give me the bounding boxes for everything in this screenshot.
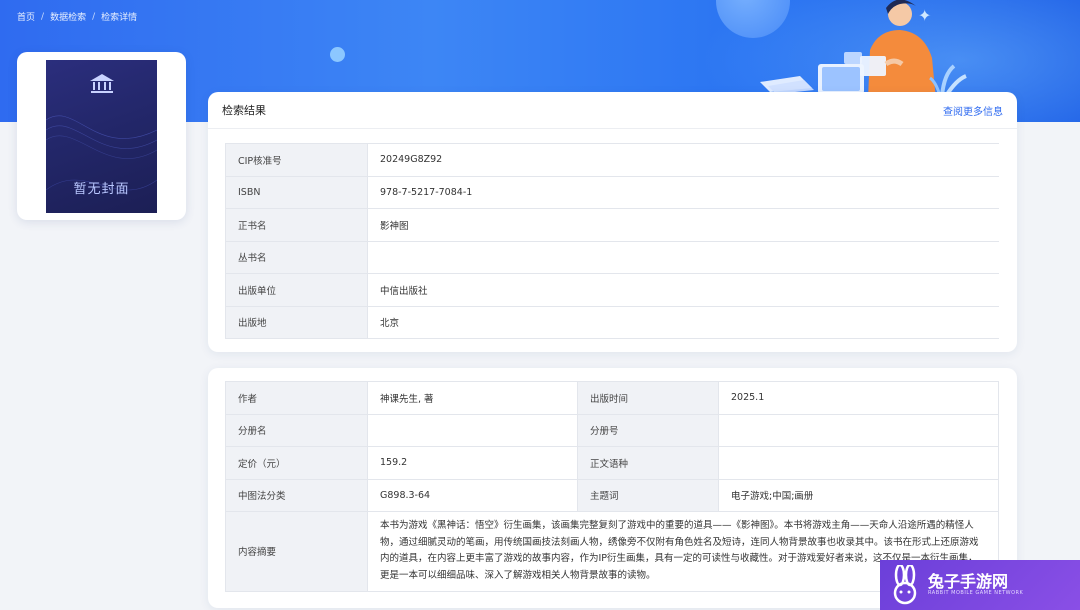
field-value xyxy=(718,413,999,447)
field-label: 出版时间 xyxy=(577,381,719,415)
basic-info-table: CIP核准号 20249G8Z92 ISBN 978-7-5217-7084-1… xyxy=(225,143,999,339)
field-value xyxy=(718,446,999,480)
decorative-dot xyxy=(330,47,345,62)
field-value: 159.2 xyxy=(367,446,578,480)
field-value: 影神图 xyxy=(367,208,999,242)
breadcrumb-separator: / xyxy=(41,11,45,22)
breadcrumb-current: 检索详情 xyxy=(101,13,138,23)
table-row: 定价（元） 159.2 正文语种 xyxy=(225,446,999,480)
breadcrumb: 首页 / 数据检索 / 检索详情 xyxy=(17,10,138,24)
cover-card: 暂无封面 xyxy=(17,52,186,220)
field-value: 中信出版社 xyxy=(367,273,999,307)
table-row: 正书名 影神图 xyxy=(225,208,999,242)
watermark-subtitle: RABBIT MOBILE GAME NETWORK xyxy=(928,590,1024,597)
book-cover-placeholder: 暂无封面 xyxy=(46,60,157,213)
rabbit-logo-icon xyxy=(893,565,917,605)
table-row: 出版单位 中信出版社 xyxy=(225,273,999,307)
field-label: 正文语种 xyxy=(577,446,719,480)
table-row: 中图法分类 G898.3-64 主题词 电子游戏;中国;画册 xyxy=(225,478,999,512)
site-watermark-logo: 兔子手游网 RABBIT MOBILE GAME NETWORK xyxy=(880,560,1080,610)
table-row: 作者 神课先生, 著 出版时间 2025.1 xyxy=(225,381,999,415)
field-value: 电子游戏;中国;画册 xyxy=(718,478,999,512)
view-more-link[interactable]: 查阅更多信息 xyxy=(943,103,1003,118)
field-label: 丛书名 xyxy=(225,240,368,274)
breadcrumb-separator: / xyxy=(92,11,96,22)
breadcrumb-home[interactable]: 首页 xyxy=(17,10,35,23)
field-value xyxy=(367,413,578,447)
watermark-title: 兔子手游网 RABBIT MOBILE GAME NETWORK xyxy=(928,573,1023,596)
field-label: 出版单位 xyxy=(225,273,368,307)
field-label: 中图法分类 xyxy=(225,478,368,512)
field-value xyxy=(367,240,999,274)
field-label: ISBN xyxy=(225,175,368,209)
field-value: 20249G8Z92 xyxy=(367,143,999,177)
table-row: 分册名 分册号 xyxy=(225,413,999,447)
watermark-title-text: 兔子手游网 xyxy=(928,572,1009,592)
field-label: 内容摘要 xyxy=(225,511,368,592)
field-value: 2025.1 xyxy=(718,381,999,415)
field-label: 作者 xyxy=(225,381,368,415)
no-cover-text: 暂无封面 xyxy=(73,182,130,197)
result-panel: 检索结果 查阅更多信息 CIP核准号 20249G8Z92 ISBN 978-7… xyxy=(208,92,1017,352)
table-row: 丛书名 xyxy=(225,240,999,274)
field-value: 北京 xyxy=(367,305,999,339)
field-label: CIP核准号 xyxy=(225,143,368,177)
table-row: ISBN 978-7-5217-7084-1 xyxy=(225,175,999,209)
field-label: 分册名 xyxy=(225,413,368,447)
field-value: 神课先生, 著 xyxy=(367,381,578,415)
field-label: 主题词 xyxy=(577,478,719,512)
field-label: 定价（元） xyxy=(225,446,368,480)
table-row: 出版地 北京 xyxy=(225,305,999,339)
result-panel-header: 检索结果 查阅更多信息 xyxy=(208,92,1017,129)
table-row: CIP核准号 20249G8Z92 xyxy=(225,143,999,177)
breadcrumb-search[interactable]: 数据检索 xyxy=(50,10,86,23)
field-label: 正书名 xyxy=(225,208,368,242)
panel-title: 检索结果 xyxy=(222,104,266,117)
field-label: 分册号 xyxy=(577,413,719,447)
field-value: 978-7-5217-7084-1 xyxy=(367,175,999,209)
field-label: 出版地 xyxy=(225,305,368,339)
field-value: G898.3-64 xyxy=(367,478,578,512)
